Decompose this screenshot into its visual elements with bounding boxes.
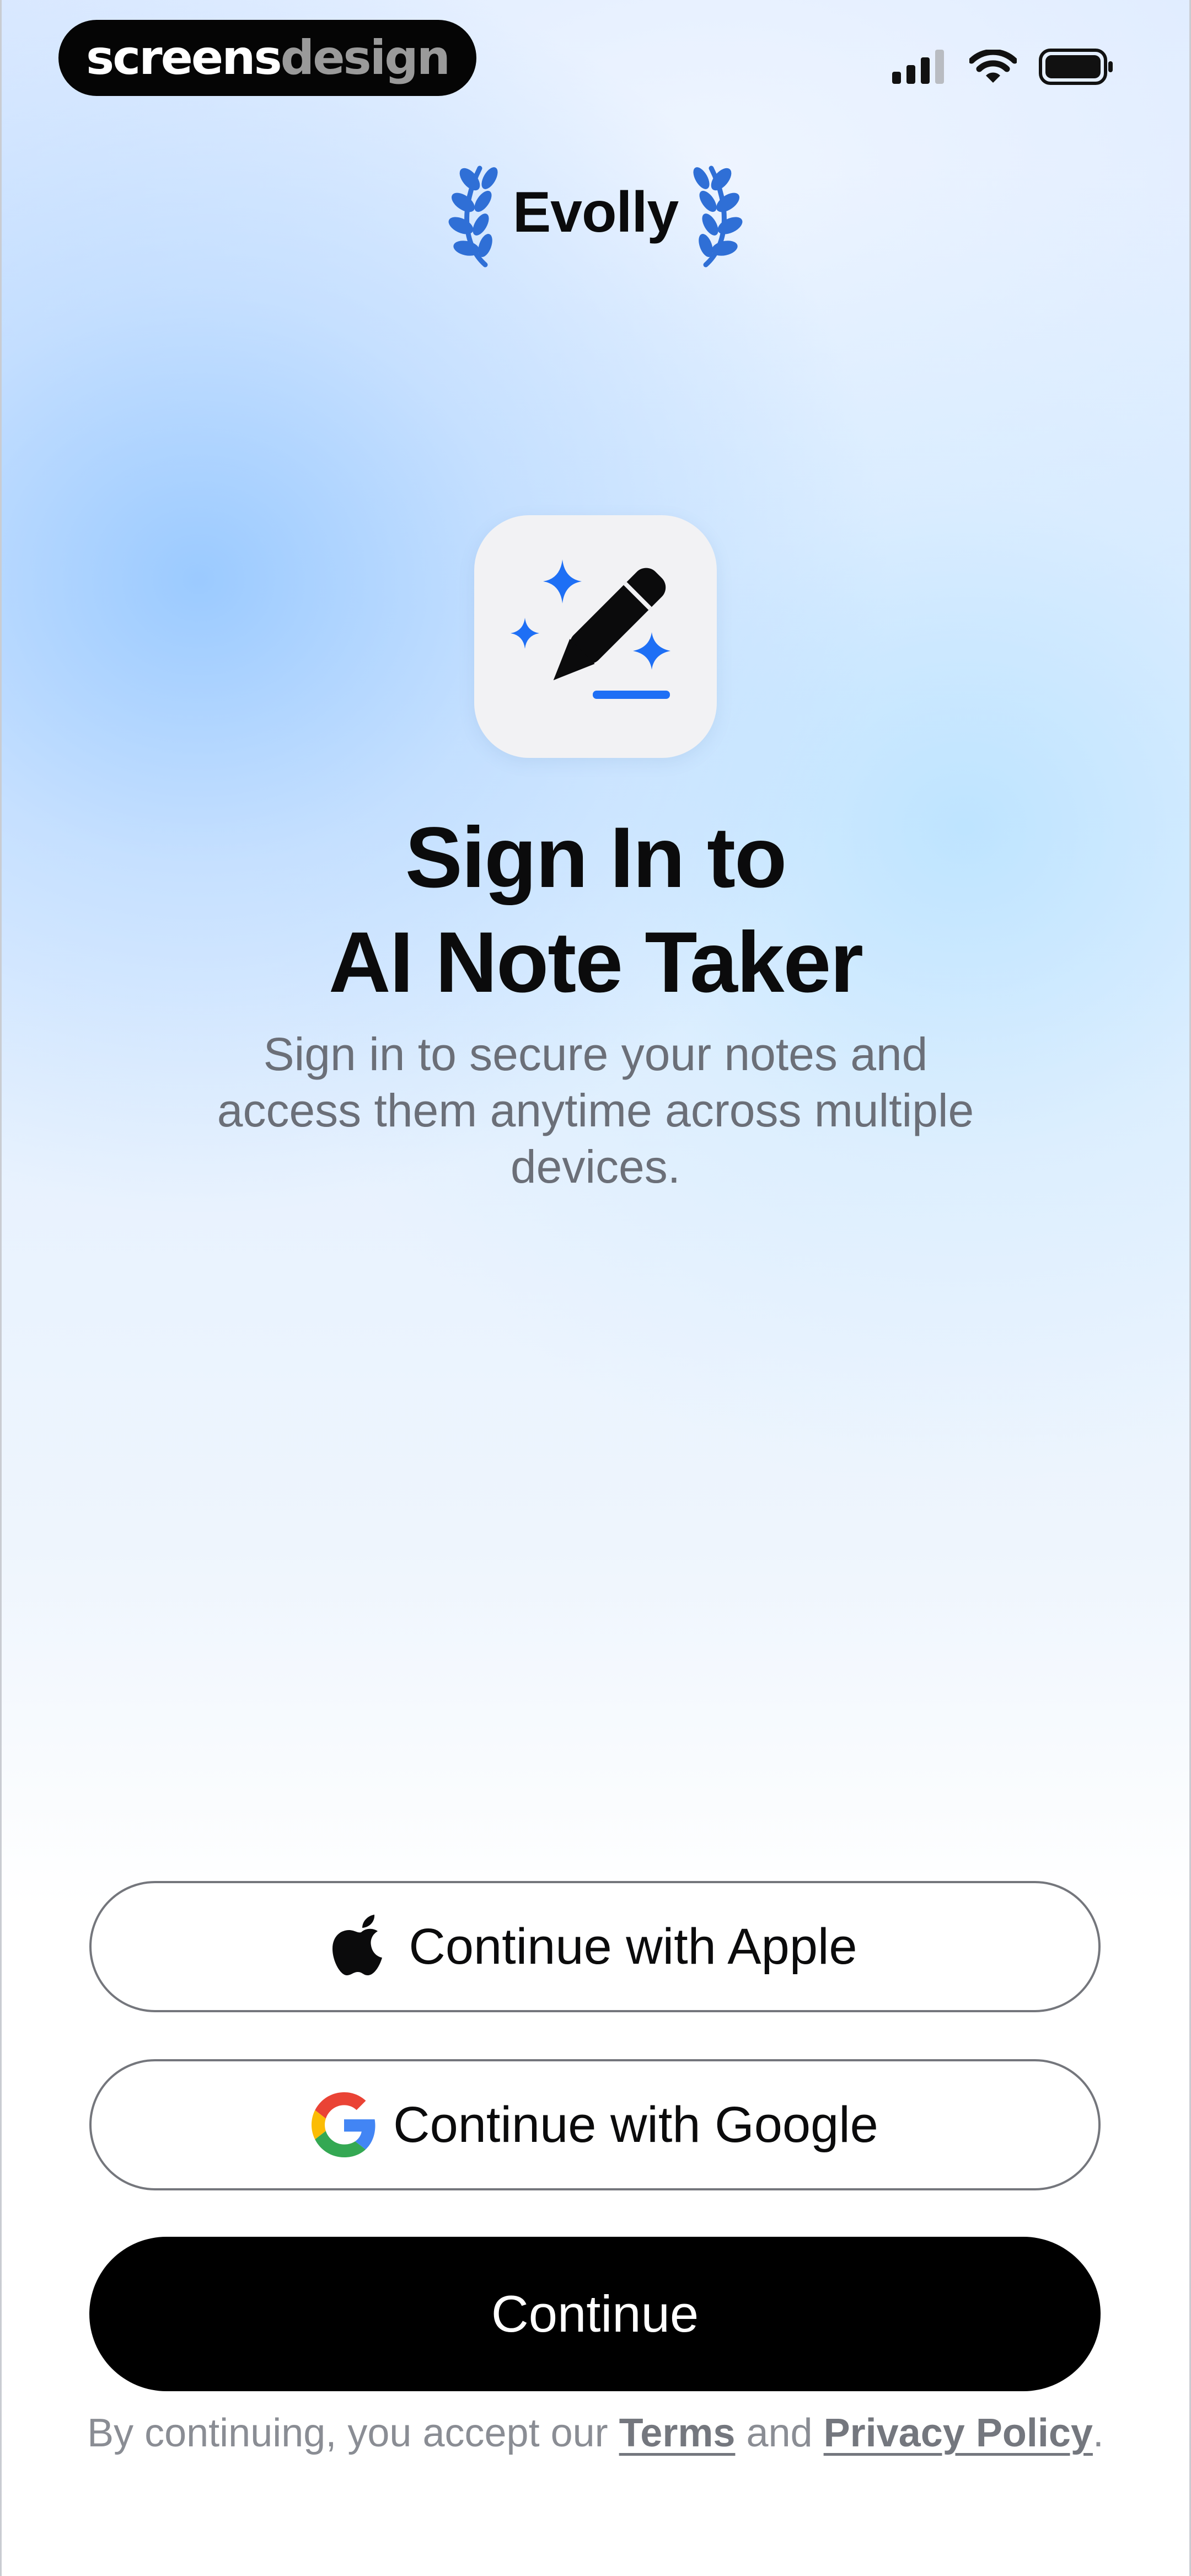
- laurel-right-icon: [693, 165, 743, 268]
- apple-logo-icon: [332, 1915, 383, 1975]
- legal-notice: By continuing, you accept our Terms and …: [0, 2411, 1191, 2456]
- wifi-icon: [969, 50, 1017, 83]
- continue-button[interactable]: Continue: [89, 2237, 1101, 2391]
- terms-link[interactable]: Terms: [619, 2411, 736, 2455]
- google-logo-icon: [312, 2092, 375, 2157]
- app-header-badge: Evolly: [0, 154, 1191, 270]
- continue-with-apple-button[interactable]: Continue with Apple: [89, 1881, 1101, 2012]
- laurel-left-icon: [448, 165, 498, 268]
- status-bar-icons: [892, 47, 1114, 86]
- continue-with-google-button[interactable]: Continue with Google: [89, 2059, 1101, 2190]
- legal-prefix: By continuing, you accept our: [87, 2411, 608, 2455]
- app-brand-title: Evolly: [512, 180, 679, 244]
- cellular-signal-icon: [892, 50, 944, 84]
- page-title: Sign In to AI Note Taker: [0, 805, 1191, 1015]
- continue-with-apple-label: Continue with Apple: [409, 1918, 857, 1975]
- app-icon: [474, 515, 717, 758]
- legal-suffix: .: [1092, 2411, 1104, 2455]
- battery-icon: [1039, 49, 1113, 85]
- continue-button-label: Continue: [491, 2285, 699, 2343]
- pencil-sparkle-icon: [511, 559, 670, 699]
- privacy-policy-link[interactable]: Privacy Policy: [824, 2411, 1093, 2455]
- watermark-text-primary: screens: [86, 30, 282, 85]
- legal-and: and: [746, 2411, 813, 2455]
- page-title-line-2: AI Note Taker: [328, 915, 863, 1011]
- left-frame-border: [0, 0, 2, 2576]
- continue-with-google-label: Continue with Google: [393, 2096, 878, 2153]
- screensdesign-watermark: screens design: [58, 20, 476, 96]
- page-subtitle: Sign in to secure your notes and access …: [217, 1028, 974, 1193]
- watermark-text-secondary: design: [280, 30, 450, 85]
- page-title-line-1: Sign In to: [405, 810, 787, 906]
